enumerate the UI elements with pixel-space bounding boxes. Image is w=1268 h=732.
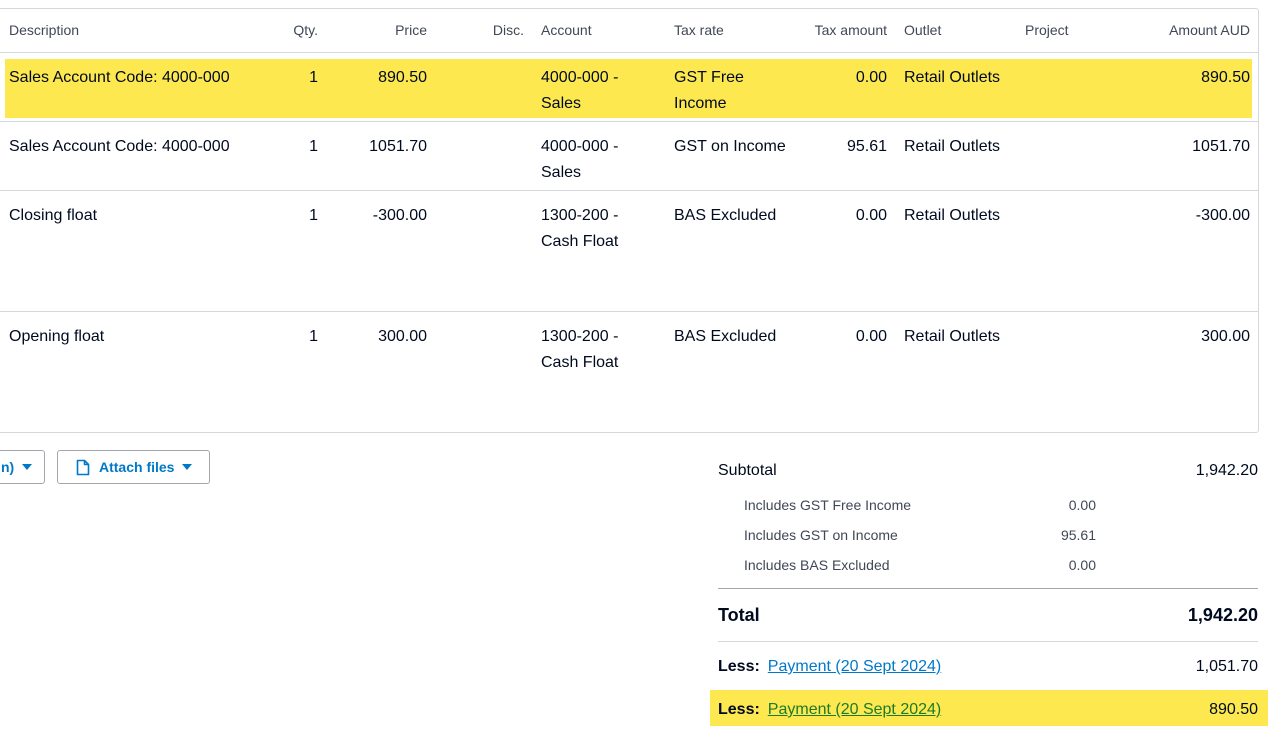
attach-files-button[interactable]: Attach files — [57, 450, 210, 484]
row-tax-amount[interactable]: 95.61 — [809, 134, 887, 160]
row-description[interactable]: Closing float — [9, 203, 269, 229]
includes-value: 95.61 — [1060, 527, 1096, 543]
includes-value: 0.00 — [1068, 557, 1096, 573]
row-amount[interactable]: -300.00 — [1099, 203, 1250, 229]
row-account-line1: 1300-200 - — [541, 207, 619, 224]
subtotal-label: Subtotal — [718, 462, 777, 479]
total-label: Total — [718, 605, 760, 625]
table-row[interactable]: Opening float 1 300.00 1300-200 - Cash Fl… — [0, 312, 1258, 432]
row-qty[interactable]: 1 — [279, 65, 318, 91]
row-description[interactable]: Sales Account Code: 4000-000 — [9, 134, 269, 160]
row-outlet[interactable]: Retail Outlets — [904, 324, 1024, 350]
row-account-line1: 4000-000 - — [541, 69, 619, 86]
add-row-dropdown-button[interactable]: n) — [0, 450, 45, 484]
row-account-line2: Sales — [541, 95, 582, 112]
table-row[interactable]: Sales Account Code: 4000-000 1 890.50 40… — [0, 53, 1258, 122]
payment-link[interactable]: Payment (20 Sept 2024) — [768, 658, 941, 675]
payment-value: 890.50 — [1209, 701, 1258, 718]
row-tax-rate[interactable]: BAS Excluded — [674, 203, 804, 229]
row-tax-amount[interactable]: 0.00 — [809, 324, 887, 350]
add-row-label: n) — [1, 459, 15, 475]
less-label: Less: — [718, 658, 760, 675]
row-tax-amount[interactable]: 0.00 — [809, 203, 887, 229]
payment-value: 1,051.70 — [1195, 658, 1258, 675]
row-price[interactable]: 300.00 — [329, 324, 427, 350]
header-disc: Disc. — [492, 22, 524, 38]
row-tax-rate[interactable]: GST on Income — [674, 134, 804, 160]
row-description[interactable]: Opening float — [9, 324, 269, 350]
subtotal-value: 1,942.20 — [1195, 462, 1258, 479]
row-outlet[interactable]: Retail Outlets — [904, 203, 1024, 229]
row-amount[interactable]: 1051.70 — [1099, 134, 1250, 160]
includes-value: 0.00 — [1068, 497, 1096, 513]
header-outlet: Outlet — [904, 22, 942, 38]
chevron-down-icon — [182, 464, 193, 470]
header-description: Description — [9, 22, 80, 38]
row-price[interactable]: 1051.70 — [329, 134, 427, 160]
includes-label: Includes BAS Excluded — [744, 557, 890, 573]
includes-label: Includes GST on Income — [744, 527, 898, 543]
row-account-line2: Cash Float — [541, 233, 619, 250]
chevron-down-icon — [22, 464, 33, 470]
payments-divider — [718, 641, 1258, 642]
less-label: Less: — [718, 701, 760, 718]
row-account[interactable]: 1300-200 - Cash Float — [541, 324, 651, 376]
row-account-line2: Cash Float — [541, 354, 619, 371]
row-price[interactable]: -300.00 — [329, 203, 427, 229]
row-account-line1: 4000-000 - — [541, 138, 619, 155]
row-account[interactable]: 4000-000 - Sales — [541, 134, 651, 186]
row-qty[interactable]: 1 — [279, 203, 318, 229]
row-account-line2: Sales — [541, 164, 582, 181]
row-qty[interactable]: 1 — [279, 324, 318, 350]
total-value: 1,942.20 — [1187, 605, 1258, 625]
row-outlet[interactable]: Retail Outlets — [904, 65, 1024, 91]
row-account-line1: 1300-200 - — [541, 328, 619, 345]
payment-label: Less: Payment (20 Sept 2024) — [718, 701, 941, 719]
header-project: Project — [1025, 22, 1069, 38]
row-description[interactable]: Sales Account Code: 4000-000 — [9, 65, 269, 91]
row-tax-rate[interactable]: BAS Excluded — [674, 324, 804, 350]
row-account[interactable]: 1300-200 - Cash Float — [541, 203, 651, 255]
document-icon — [76, 459, 90, 476]
header-tax-rate: Tax rate — [674, 22, 724, 38]
total-divider — [718, 588, 1258, 589]
row-tax-amount[interactable]: 0.00 — [809, 65, 887, 91]
header-account: Account — [541, 22, 592, 38]
row-price[interactable]: 890.50 — [329, 65, 427, 91]
row-amount[interactable]: 300.00 — [1099, 324, 1250, 350]
header-price: Price — [395, 22, 427, 38]
header-qty: Qty. — [293, 22, 318, 38]
includes-label: Includes GST Free Income — [744, 497, 912, 513]
payment-link[interactable]: Payment (20 Sept 2024) — [768, 701, 941, 718]
attach-files-label: Attach files — [99, 459, 175, 475]
row-tax-rate[interactable]: GST Free Income — [674, 65, 804, 117]
table-header: Description Qty. Price Disc. Account Tax… — [0, 9, 1258, 53]
line-items-table: Description Qty. Price Disc. Account Tax… — [0, 8, 1259, 433]
row-outlet[interactable]: Retail Outlets — [904, 134, 1024, 160]
row-amount[interactable]: 890.50 — [1099, 65, 1250, 91]
row-tax-line2: Income — [674, 95, 727, 112]
header-tax-amount: Tax amount — [814, 22, 887, 38]
payment-label: Less: Payment (20 Sept 2024) — [718, 658, 941, 676]
row-qty[interactable]: 1 — [279, 134, 318, 160]
table-row[interactable]: Closing float 1 -300.00 1300-200 - Cash F… — [0, 191, 1258, 312]
row-account[interactable]: 4000-000 - Sales — [541, 65, 651, 117]
row-tax-line1: GST Free — [674, 69, 744, 86]
header-amount: Amount AUD — [1169, 22, 1250, 38]
table-row[interactable]: Sales Account Code: 4000-000 1 1051.70 4… — [0, 122, 1258, 191]
